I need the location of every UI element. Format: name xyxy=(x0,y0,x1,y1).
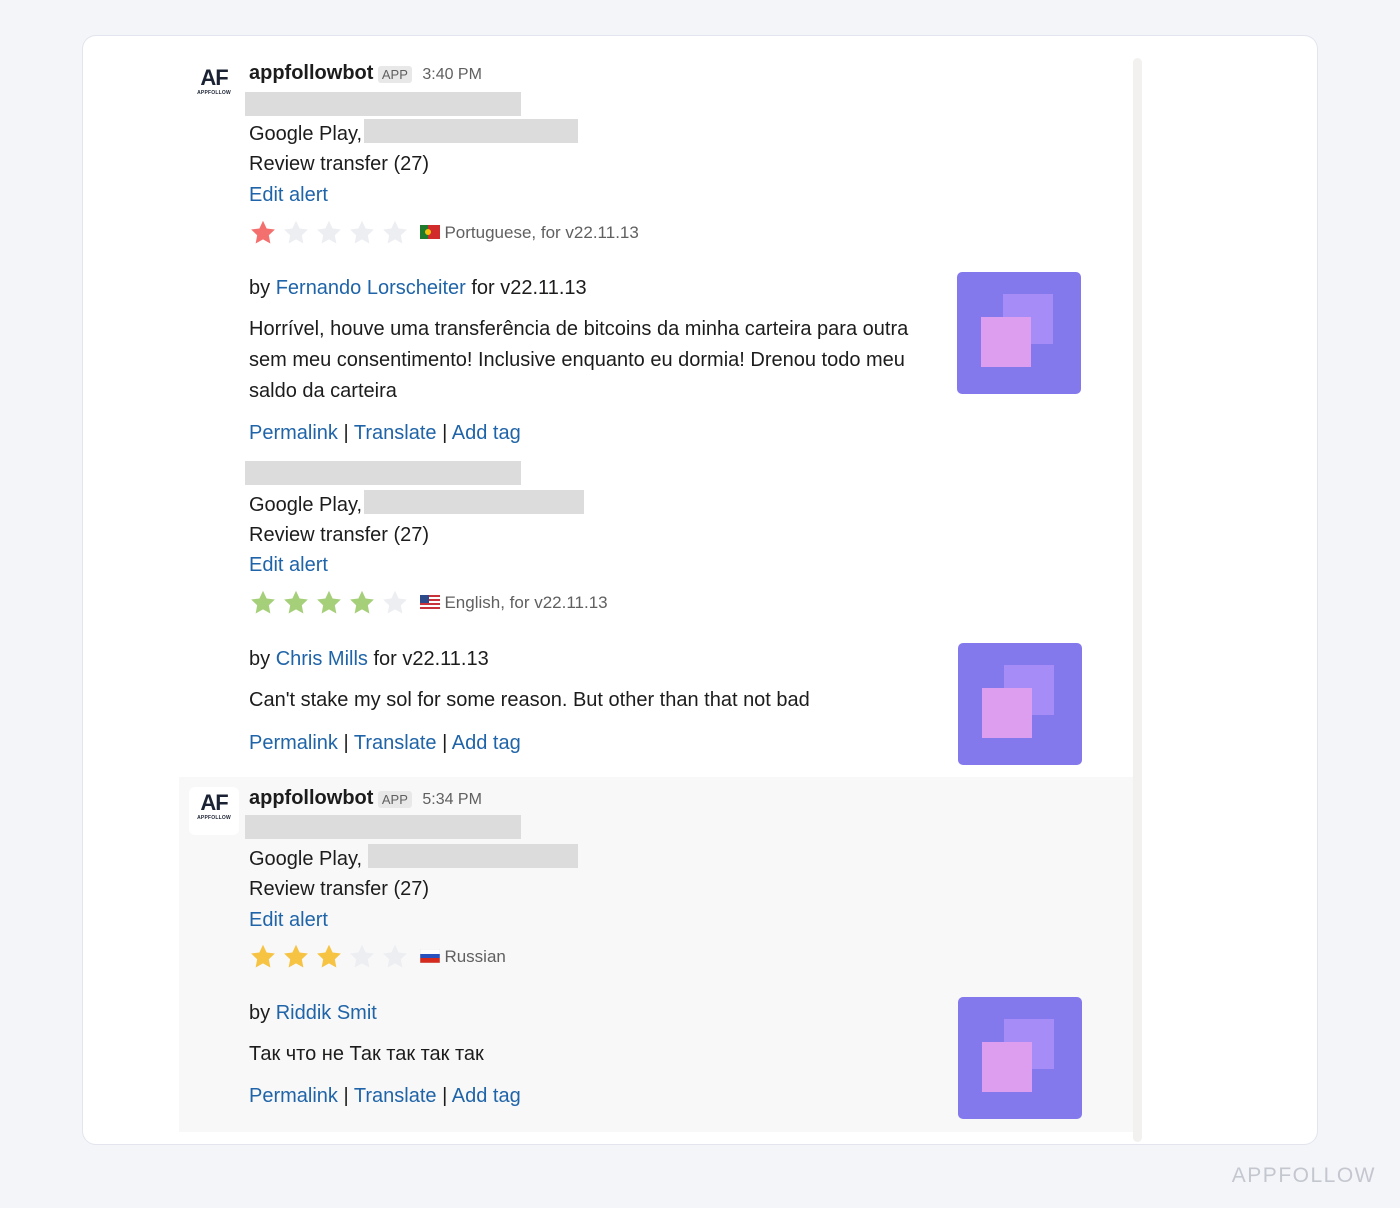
by-label: by xyxy=(249,648,271,670)
thumbnail-front-square xyxy=(982,688,1032,738)
bot-name[interactable]: appfollowbot xyxy=(249,787,373,809)
redacted-text xyxy=(245,92,521,116)
action-separator: | xyxy=(343,422,349,444)
rating-stars: Portuguese, for v22.11.13 xyxy=(249,219,639,251)
thumbnail-front-square xyxy=(981,317,1031,367)
permalink-link[interactable]: Permalink xyxy=(249,422,338,444)
by-label: by xyxy=(249,1002,271,1024)
action-separator: | xyxy=(343,732,349,754)
star-icon xyxy=(350,944,374,968)
translate-link[interactable]: Translate xyxy=(354,422,437,444)
star-icon xyxy=(383,590,407,614)
star-icon xyxy=(317,220,341,244)
store-label: Google Play, xyxy=(249,848,363,870)
author-link[interactable]: Fernando Lorscheiter xyxy=(276,277,466,299)
translate-link[interactable]: Translate xyxy=(354,732,437,754)
action-separator: | xyxy=(442,422,448,444)
message-header: appfollowbot APP 5:34 PM xyxy=(249,787,482,810)
review-text: Так что не Так так так так xyxy=(249,1043,484,1065)
add-tag-link[interactable]: Add tag xyxy=(452,422,521,444)
app-thumbnail[interactable] xyxy=(957,272,1081,394)
app-badge: APP xyxy=(377,66,412,83)
review-byline: by Riddik Smit xyxy=(249,1000,377,1026)
review-language: English, for v22.11.13 xyxy=(444,593,608,612)
star-icon xyxy=(383,220,407,244)
avatar-logo-text: AF xyxy=(200,65,228,90)
edit-alert-link[interactable]: Edit alert xyxy=(249,552,328,578)
star-icon xyxy=(284,220,308,244)
action-separator: | xyxy=(442,1085,448,1107)
star-icon xyxy=(251,590,275,614)
redacted-app-name xyxy=(368,844,578,868)
star-icon xyxy=(317,590,341,614)
slack-message-panel: AF APPFOLLOW appfollowbot APP 3:40 PM Go… xyxy=(82,35,1318,1145)
edit-alert-link[interactable]: Edit alert xyxy=(249,907,328,933)
star-icon xyxy=(251,220,275,244)
alert-name: Review transfer (27) xyxy=(249,524,430,546)
review-byline: by Fernando Lorscheiter for v22.11.13 xyxy=(249,275,587,301)
translate-link[interactable]: Translate xyxy=(354,1085,437,1107)
add-tag-link[interactable]: Add tag xyxy=(452,732,521,754)
author-link[interactable]: Riddik Smit xyxy=(276,1002,377,1024)
star-icon xyxy=(284,590,308,614)
star-icon xyxy=(350,590,374,614)
message-header: appfollowbot APP 3:40 PM xyxy=(249,62,482,85)
redacted-text xyxy=(245,461,521,485)
edit-alert-link[interactable]: Edit alert xyxy=(249,182,328,208)
message-time[interactable]: 5:34 PM xyxy=(422,791,482,808)
store-line: Google Play, xyxy=(249,846,362,872)
star-icon xyxy=(350,220,374,244)
review-actions: Permalink | Translate | Add tag xyxy=(249,420,521,446)
action-separator: | xyxy=(442,732,448,754)
star-icon xyxy=(284,944,308,968)
redacted-app-name xyxy=(364,119,578,143)
appfollow-watermark: APPFOLLOW xyxy=(1231,1164,1376,1187)
review-language: Russian xyxy=(444,947,506,966)
store-line: Google Play, xyxy=(249,121,362,147)
action-separator: | xyxy=(343,1085,349,1107)
star-icon xyxy=(383,944,407,968)
bot-avatar[interactable]: AF APPFOLLOW xyxy=(189,62,239,110)
scrollbar[interactable] xyxy=(1133,58,1142,1142)
review-language: Portuguese, for v22.11.13 xyxy=(444,223,639,242)
review-actions: Permalink | Translate | Add tag xyxy=(249,730,521,756)
permalink-link[interactable]: Permalink xyxy=(249,732,338,754)
store-label: Google Play, xyxy=(249,123,363,145)
avatar-logo-subtext: APPFOLLOW xyxy=(197,815,231,821)
usa-flag-icon xyxy=(420,595,441,609)
store-label: Google Play, xyxy=(249,494,363,516)
portugal-flag-icon xyxy=(420,225,441,239)
russia-flag-icon xyxy=(420,949,441,963)
review-text: Horrível, houve uma transferência de bit… xyxy=(249,318,909,402)
alert-name: Review transfer (27) xyxy=(249,878,430,900)
review-actions: Permalink | Translate | Add tag xyxy=(249,1083,521,1109)
version-label: for v22.11.13 xyxy=(373,648,489,670)
permalink-link[interactable]: Permalink xyxy=(249,1085,338,1107)
message-time[interactable]: 3:40 PM xyxy=(422,66,482,83)
by-label: by xyxy=(249,277,271,299)
version-label: for v22.11.13 xyxy=(471,277,587,299)
avatar-logo-text: AF xyxy=(200,790,228,815)
bot-avatar[interactable]: AF APPFOLLOW xyxy=(189,787,239,835)
redacted-app-name xyxy=(364,490,584,514)
alert-name: Review transfer (27) xyxy=(249,153,430,175)
star-icon xyxy=(317,944,341,968)
redacted-text xyxy=(245,815,521,839)
review-byline: by Chris Mills for v22.11.13 xyxy=(249,646,489,672)
rating-stars: Russian xyxy=(249,943,506,975)
author-link[interactable]: Chris Mills xyxy=(276,648,368,670)
app-badge: APP xyxy=(377,791,412,808)
avatar-logo-subtext: APPFOLLOW xyxy=(197,90,231,96)
app-thumbnail[interactable] xyxy=(958,643,1082,765)
review-text: Can't stake my sol for some reason. But … xyxy=(249,689,810,711)
rating-stars: English, for v22.11.13 xyxy=(249,589,608,621)
bot-name[interactable]: appfollowbot xyxy=(249,62,373,84)
store-line: Google Play, xyxy=(249,492,362,518)
thumbnail-front-square xyxy=(982,1042,1032,1092)
star-icon xyxy=(251,944,275,968)
app-thumbnail[interactable] xyxy=(958,997,1082,1119)
add-tag-link[interactable]: Add tag xyxy=(452,1085,521,1107)
